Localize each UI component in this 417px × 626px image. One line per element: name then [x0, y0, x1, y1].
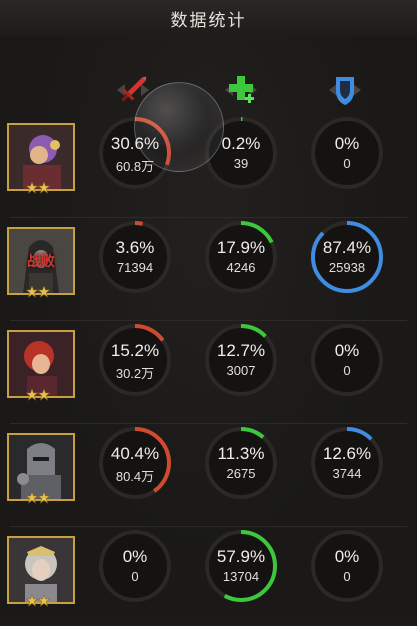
star-rating: [25, 388, 52, 401]
hero-portrait: [9, 125, 73, 189]
row-divider: [10, 217, 407, 218]
tutorial-bubble[interactable]: [134, 82, 224, 172]
star-icon: [25, 491, 39, 504]
shield-icon: [325, 70, 365, 110]
heal-amount: 39: [233, 156, 249, 171]
heal-cross-icon: [221, 70, 261, 110]
shield-percent: 12.6%: [322, 444, 372, 463]
title-bar: 数据统计: [0, 0, 417, 37]
star-rating: [25, 285, 52, 298]
heal-stat-ring: 11.3% 2675: [203, 425, 279, 501]
row-divider: [10, 423, 407, 424]
shield-amount: 0: [343, 363, 351, 378]
hero-row: 0% 0 57.9% 13704 0% 0: [0, 526, 417, 626]
star-rating: [25, 491, 52, 504]
shield-stat-ring: 0% 0: [309, 322, 385, 398]
shield-amount: 0: [343, 156, 351, 171]
page-title: 数据统计: [170, 10, 247, 31]
shield-percent: 0%: [334, 341, 360, 360]
damage-percent: 0%: [122, 547, 148, 566]
heal-amount: 4246: [226, 260, 256, 275]
damage-percent: 3.6%: [115, 238, 155, 257]
star-icon: [25, 285, 39, 298]
damage-amount: 80.4万: [115, 469, 155, 484]
damage-stat-ring: 40.4% 80.4万: [97, 425, 173, 501]
damage-amount: 30.2万: [115, 366, 155, 381]
shield-amount: 0: [343, 569, 351, 584]
shield-stat-ring: 87.4% 25938: [309, 219, 385, 295]
star-icon: [25, 181, 39, 194]
heal-amount: 2675: [226, 466, 256, 481]
shield-percent: 0%: [334, 134, 360, 153]
heal-stat-ring: 12.7% 3007: [203, 322, 279, 398]
row-divider: [10, 320, 407, 321]
damage-stat-ring: 15.2% 30.2万: [97, 322, 173, 398]
heal-amount: 3007: [226, 363, 256, 378]
heal-percent: 12.7%: [216, 341, 266, 360]
hero-portrait: [9, 435, 73, 499]
defeated-label: 战败: [27, 254, 55, 270]
damage-percent: 15.2%: [110, 341, 160, 360]
hero-row: 战败 3.6% 71394 17.9% 4246 87.4% 25938: [0, 217, 417, 317]
damage-percent: 40.4%: [110, 444, 160, 463]
heal-percent: 57.9%: [216, 547, 266, 566]
damage-stat-ring: 3.6% 71394: [97, 219, 173, 295]
hero-portrait: [9, 332, 73, 396]
shield-stat-ring: 12.6% 3744: [309, 425, 385, 501]
hero-row: 15.2% 30.2万 12.7% 3007 0% 0: [0, 320, 417, 420]
star-rating: [25, 181, 52, 194]
star-icon: [25, 594, 39, 607]
shield-percent: 0%: [334, 547, 360, 566]
shield-amount: 3744: [332, 466, 362, 481]
damage-amount: 71394: [116, 260, 154, 275]
damage-stat-ring: 0% 0: [97, 528, 173, 604]
heal-stat-ring: 17.9% 4246: [203, 219, 279, 295]
star-icon: [37, 181, 51, 194]
star-icon: [37, 491, 51, 504]
star-icon: [37, 388, 51, 401]
heal-percent: 11.3%: [217, 444, 265, 463]
star-icon: [37, 285, 51, 298]
heal-amount: 13704: [222, 569, 260, 584]
shield-stat-ring: 0% 0: [309, 528, 385, 604]
heal-percent: 17.9%: [216, 238, 266, 257]
star-icon: [37, 594, 51, 607]
shield-stat-ring: 0% 0: [309, 115, 385, 191]
heal-stat-ring: 57.9% 13704: [203, 528, 279, 604]
row-divider: [10, 526, 407, 527]
hero-portrait: [9, 538, 73, 602]
star-rating: [25, 594, 52, 607]
star-icon: [25, 388, 39, 401]
shield-percent: 87.4%: [322, 238, 372, 257]
hero-row: 40.4% 80.4万 11.3% 2675 12.6% 3744: [0, 423, 417, 523]
damage-amount: 0: [131, 569, 139, 584]
shield-amount: 25938: [328, 260, 366, 275]
